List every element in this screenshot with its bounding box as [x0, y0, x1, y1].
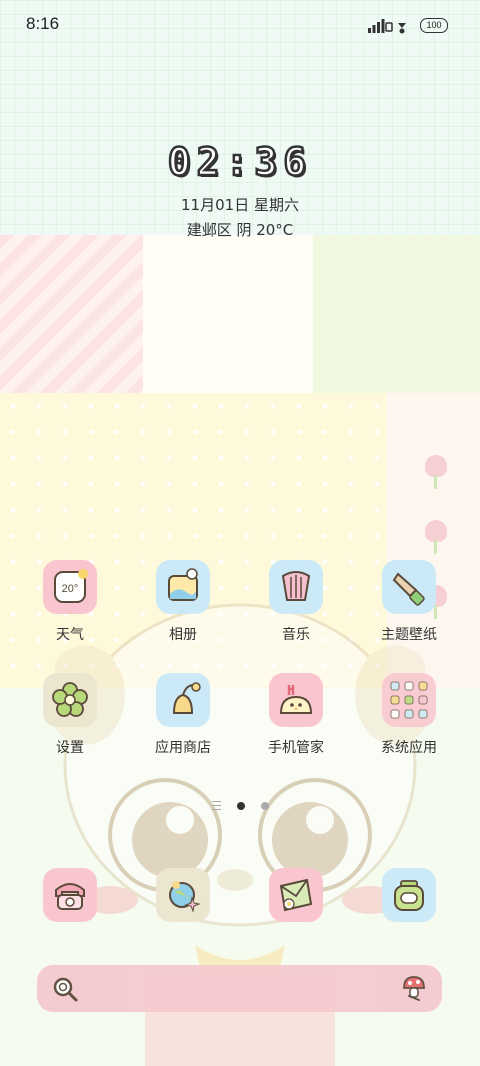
paintbrush-icon [382, 560, 436, 614]
app-theme-wallpaper[interactable]: 主题壁纸 [354, 560, 464, 644]
signal-wifi-icons [368, 19, 406, 34]
photo-album-icon [156, 560, 210, 614]
music-harp-icon [269, 560, 323, 614]
clock-widget[interactable]: 02:36 11月01日 星期六 建邺区 阴 20°C [0, 139, 480, 240]
clock-date: 11月01日 星期六 [181, 196, 299, 214]
app-phone-manager[interactable]: 手机管家 [241, 673, 351, 757]
flower-settings-icon [43, 673, 97, 727]
app-system-folder[interactable]: 系统应用 [354, 673, 464, 757]
app-music[interactable]: 音乐 [241, 560, 351, 644]
dock-messages[interactable] [241, 868, 351, 922]
app-label: 相册 [169, 627, 197, 643]
dock-phone[interactable] [15, 868, 125, 922]
app-weather[interactable]: 20° 天气 [15, 560, 125, 644]
clock-weather: 建邺区 阴 20°C [186, 221, 294, 239]
app-label: 主题壁纸 [381, 627, 437, 643]
app-photo-album[interactable]: 相册 [128, 560, 238, 644]
battery-indicator: 100 [420, 18, 448, 33]
app-label: 手机管家 [268, 740, 324, 756]
dock-camera[interactable] [354, 868, 464, 922]
folder-icon [382, 673, 436, 727]
app-label: 设置 [56, 740, 84, 756]
status-bar: 8:16 100 [0, 0, 480, 50]
page-dot [260, 801, 269, 810]
page-overview-icon [211, 801, 221, 810]
telephone-icon [43, 868, 97, 922]
page-indicator[interactable] [0, 795, 480, 814]
status-time: 8:16 [26, 14, 60, 33]
app-store[interactable]: 应用商店 [128, 673, 238, 757]
svg-text:20°: 20° [62, 583, 79, 595]
app-label: 音乐 [282, 627, 310, 643]
app-settings[interactable]: 设置 [15, 673, 125, 757]
app-label: 天气 [56, 627, 84, 643]
search-bar[interactable] [37, 965, 442, 1012]
bell-store-icon [156, 673, 210, 727]
weather-icon: 20° [43, 560, 97, 614]
app-label: 应用商店 [155, 740, 211, 756]
messages-icon [269, 868, 323, 922]
search-icon [53, 977, 78, 1002]
dock-browser[interactable] [128, 868, 238, 922]
page-dot-active [236, 801, 245, 810]
clock-time: 02:36 [167, 139, 313, 186]
mushroom-assistant-icon[interactable] [400, 974, 428, 1004]
app-label: 系统应用 [381, 740, 437, 756]
browser-globe-icon [156, 868, 210, 922]
camera-icon [382, 868, 436, 922]
chick-security-icon [269, 673, 323, 727]
